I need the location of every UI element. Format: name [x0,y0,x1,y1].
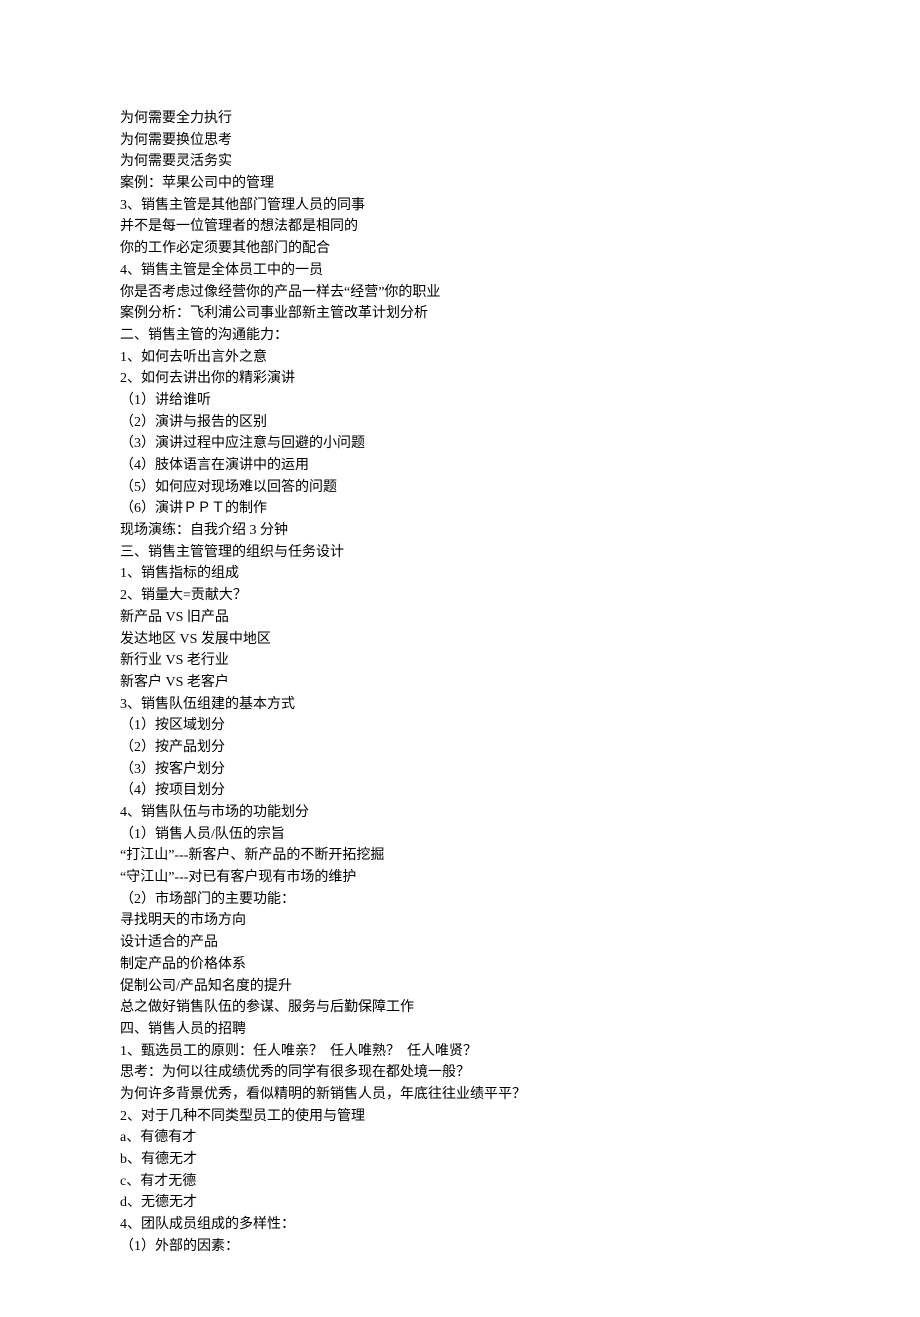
text-line: 案例：苹果公司中的管理 [120,173,800,195]
text-line: d、无德无才 [120,1192,800,1214]
text-line: （4）肢体语言在演讲中的运用 [120,455,800,477]
text-line: （3）演讲过程中应注意与回避的小问题 [120,433,800,455]
text-line: 为何需要灵活务实 [120,151,800,173]
text-line: 4、团队成员组成的多样性： [120,1214,800,1236]
text-line: （2）按产品划分 [120,737,800,759]
text-line: （6）演讲ＰＰＴ的制作 [120,498,800,520]
text-line: 2、销量大=贡献大？ [120,585,800,607]
text-line: 新客户 VS 老客户 [120,672,800,694]
text-line: b、有德无才 [120,1149,800,1171]
text-line: 设计适合的产品 [120,932,800,954]
text-line: 案例分析：飞利浦公司事业部新主管改革计划分析 [120,303,800,325]
text-line: 你是否考虑过像经营你的产品一样去“经营”你的职业 [120,282,800,304]
text-line: 为何需要换位思考 [120,130,800,152]
text-line: （1）外部的因素： [120,1236,800,1258]
text-line: （1）讲给谁听 [120,390,800,412]
text-line: 为何许多背景优秀，看似精明的新销售人员，年底往往业绩平平？ [120,1084,800,1106]
text-line: 4、销售主管是全体员工中的一员 [120,260,800,282]
document-page: 为何需要全力执行为何需要换位思考为何需要灵活务实案例：苹果公司中的管理3、销售主… [0,0,920,1317]
text-line: 寻找明天的市场方向 [120,910,800,932]
text-line: 1、如何去听出言外之意 [120,347,800,369]
text-line: 制定产品的价格体系 [120,954,800,976]
text-line: 四、销售人员的招聘 [120,1019,800,1041]
text-line: 为何需要全力执行 [120,108,800,130]
text-line: 并不是每一位管理者的想法都是相同的 [120,216,800,238]
text-line: 促制公司/产品知名度的提升 [120,976,800,998]
text-line: 现场演练：自我介绍 3 分钟 [120,520,800,542]
text-line: （2）演讲与报告的区别 [120,412,800,434]
text-line: 发达地区 VS 发展中地区 [120,629,800,651]
text-line: （1）按区域划分 [120,715,800,737]
text-line: 4、销售队伍与市场的功能划分 [120,802,800,824]
text-line: （2）市场部门的主要功能： [120,889,800,911]
text-line: （5）如何应对现场难以回答的问题 [120,477,800,499]
text-line: 新行业 VS 老行业 [120,650,800,672]
text-line: 三、销售主管管理的组织与任务设计 [120,542,800,564]
text-line: 思考：为何以往成绩优秀的同学有很多现在都处境一般？ [120,1062,800,1084]
text-line: 二、销售主管的沟通能力： [120,325,800,347]
text-line: 2、如何去讲出你的精彩演讲 [120,368,800,390]
text-line: （1）销售人员/队伍的宗旨 [120,824,800,846]
text-line: 2、对于几种不同类型员工的使用与管理 [120,1106,800,1128]
text-line: c、有才无德 [120,1171,800,1193]
text-line: 3、销售队伍组建的基本方式 [120,694,800,716]
text-line: 1、甄选员工的原则：任人唯亲？ 任人唯熟？ 任人唯贤？ [120,1041,800,1063]
text-line: 1、销售指标的组成 [120,563,800,585]
text-line: 你的工作必定须要其他部门的配合 [120,238,800,260]
text-line: （4）按项目划分 [120,780,800,802]
text-line: 3、销售主管是其他部门管理人员的同事 [120,195,800,217]
text-line: a、有德有才 [120,1127,800,1149]
text-line: “守江山”---对已有客户现有市场的维护 [120,867,800,889]
text-line: 总之做好销售队伍的参谋、服务与后勤保障工作 [120,997,800,1019]
text-line: “打江山”---新客户、新产品的不断开拓挖掘 [120,845,800,867]
text-line: （3）按客户划分 [120,759,800,781]
text-line: 新产品 VS 旧产品 [120,607,800,629]
